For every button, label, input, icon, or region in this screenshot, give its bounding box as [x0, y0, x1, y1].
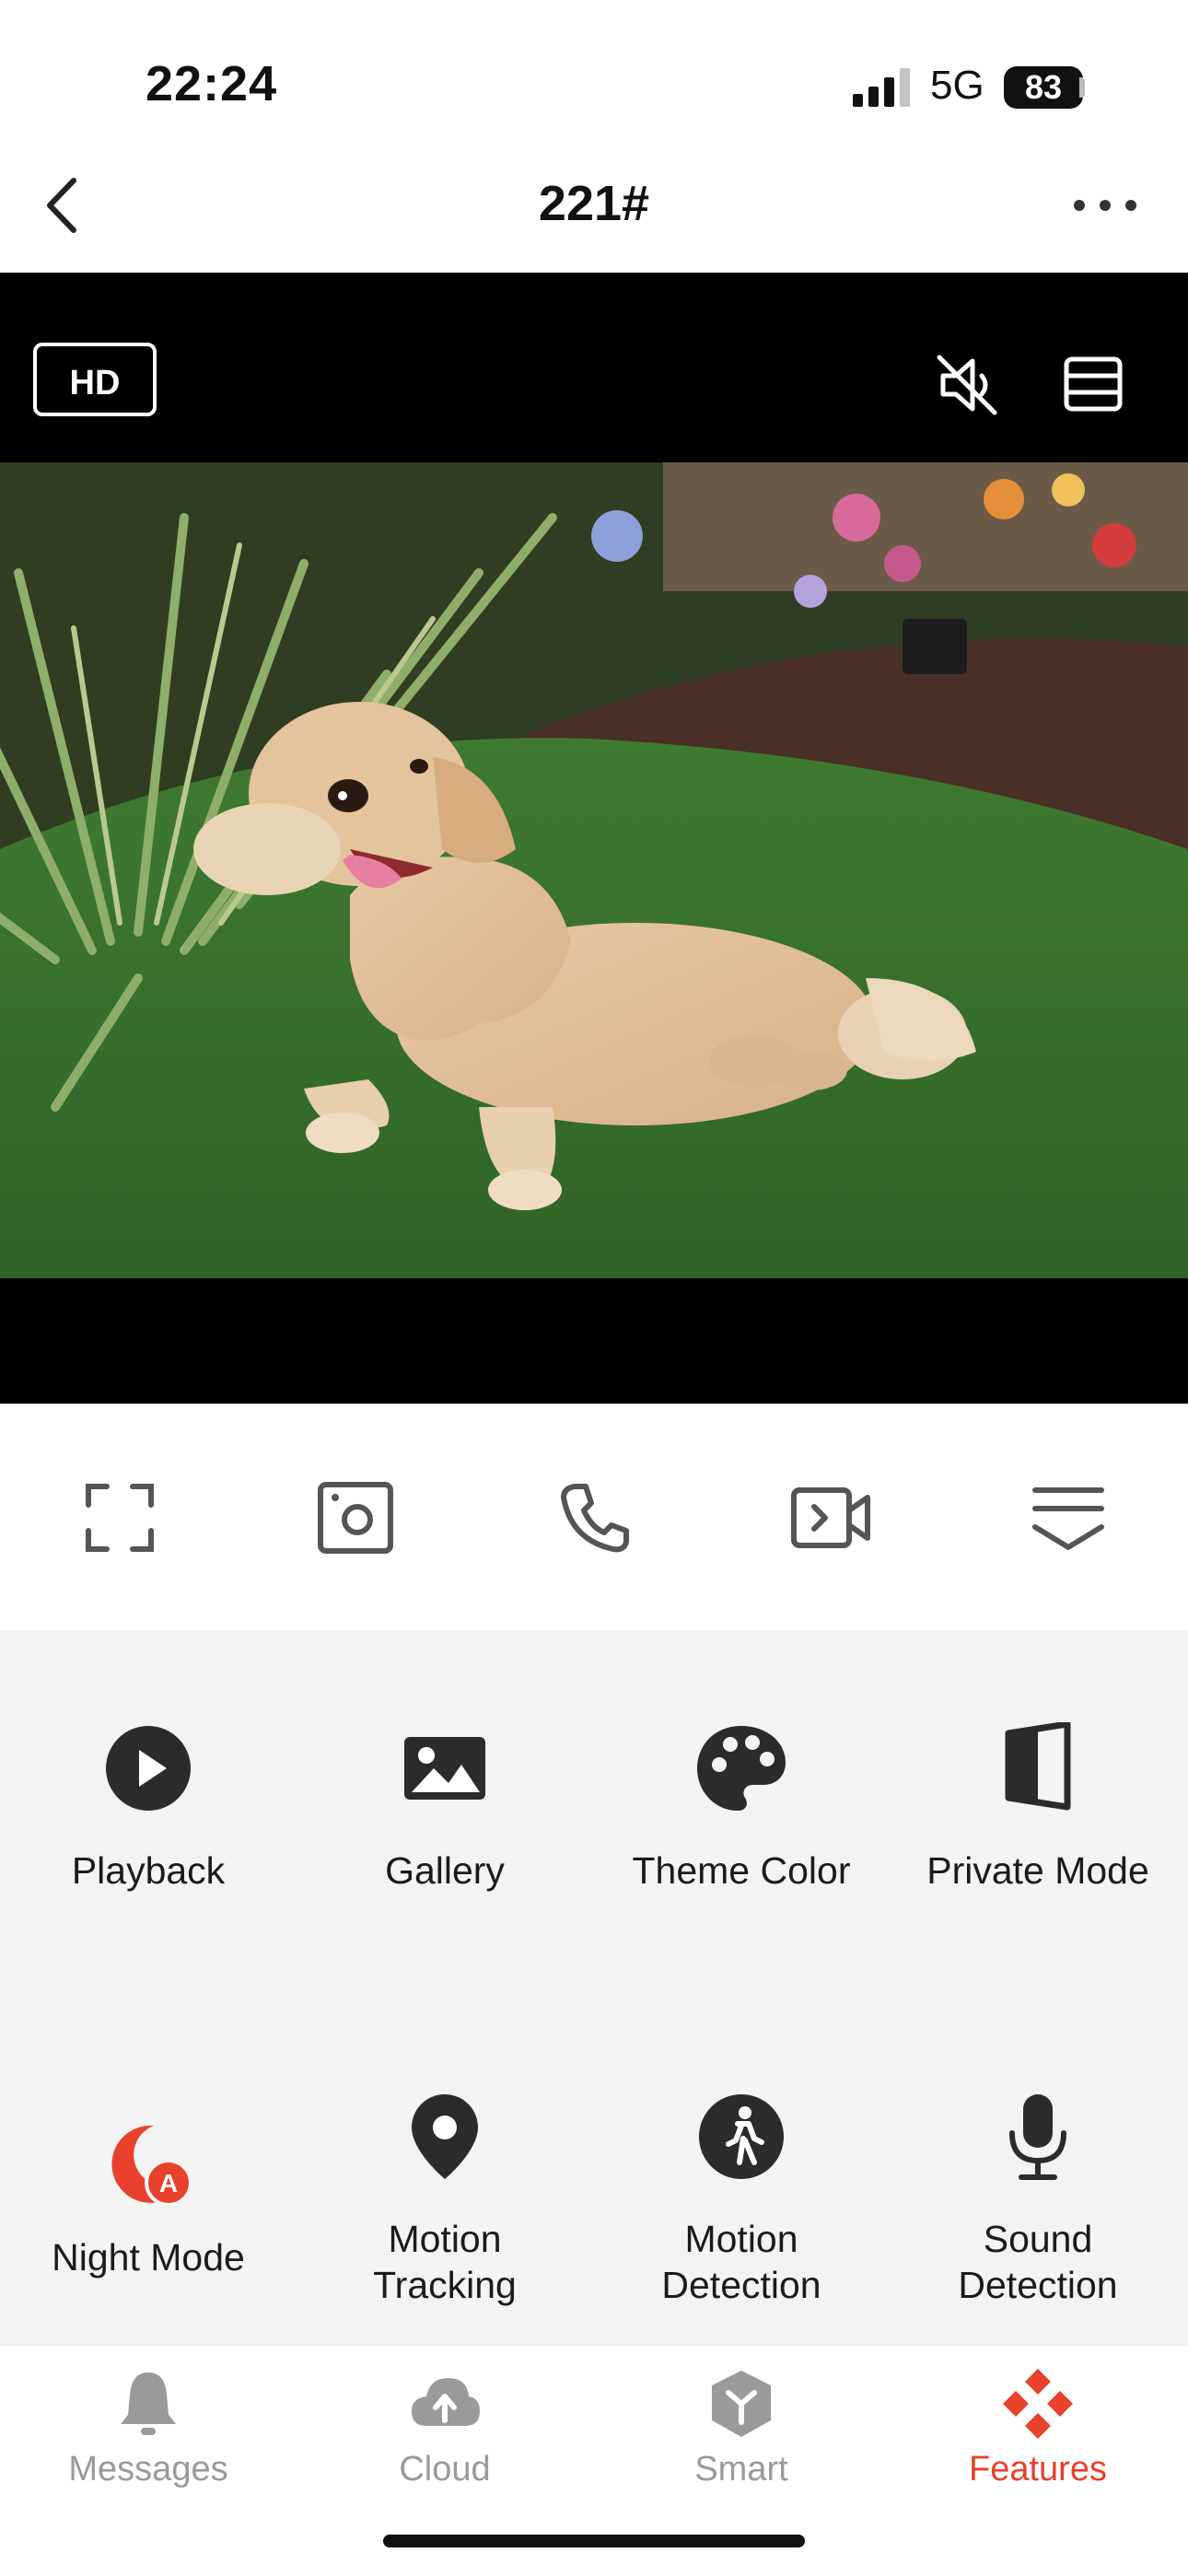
smart-cube-icon: [712, 2371, 771, 2437]
network-type: 5G: [930, 63, 984, 108]
battery-indicator: 83: [1004, 66, 1083, 109]
phone-call-icon[interactable]: [551, 1474, 639, 1562]
fullscreen-icon[interactable]: [76, 1474, 164, 1562]
location-pin-icon: [412, 2094, 478, 2179]
tab-label: Cloud: [399, 2450, 491, 2489]
feature-label: Night Mode: [52, 2236, 245, 2279]
tab-label: Smart: [694, 2450, 788, 2489]
battery-cap: [1079, 77, 1085, 98]
feature-label-line-2: Tracking: [373, 2264, 517, 2306]
feature-label: Theme Color: [632, 1849, 851, 1892]
night-mode-auto-icon: A: [111, 2125, 192, 2207]
play-circle-icon: [106, 1726, 191, 1811]
image-icon: [404, 1737, 485, 1800]
svg-text:A: A: [159, 2169, 178, 2197]
feature-label: Gallery: [385, 1849, 505, 1892]
feature-label-line-1: Sound: [983, 2218, 1093, 2260]
hd-quality-button[interactable]: HD: [33, 343, 157, 416]
status-time: 22:24: [146, 56, 278, 111]
more-options-icon[interactable]: [1068, 192, 1142, 219]
palette-icon: [697, 1726, 786, 1811]
tab-label: Features: [969, 2450, 1107, 2489]
page-title: 221#: [538, 176, 650, 231]
cellular-signal-icon: [853, 68, 910, 107]
bell-icon: [121, 2372, 176, 2435]
feature-label-line-2: Detection: [958, 2264, 1118, 2306]
tab-label: Messages: [68, 2450, 228, 2489]
feature-label-line-1: Motion: [388, 2218, 502, 2260]
feature-label-line-1: Motion: [684, 2218, 798, 2260]
microphone-icon: [1009, 2094, 1066, 2180]
shield-half-icon: [1005, 1722, 1071, 1811]
feature-label: Playback: [71, 1849, 226, 1892]
camera-feed-image: [0, 462, 1188, 1278]
features-diamonds-icon: [1003, 2369, 1073, 2439]
feature-label: Private Mode: [926, 1849, 1149, 1892]
collapse-panel-icon[interactable]: [1024, 1474, 1112, 1562]
feature-label-line-2: Detection: [661, 2264, 821, 2306]
home-indicator: [383, 2535, 805, 2547]
cloud-upload-icon: [412, 2378, 480, 2426]
screenshot-icon[interactable]: [311, 1474, 400, 1562]
speaker-muted-icon[interactable]: [930, 348, 1004, 422]
record-video-icon[interactable]: [786, 1474, 875, 1562]
walking-person-icon: [699, 2094, 784, 2179]
split-view-icon[interactable]: [1059, 350, 1127, 418]
